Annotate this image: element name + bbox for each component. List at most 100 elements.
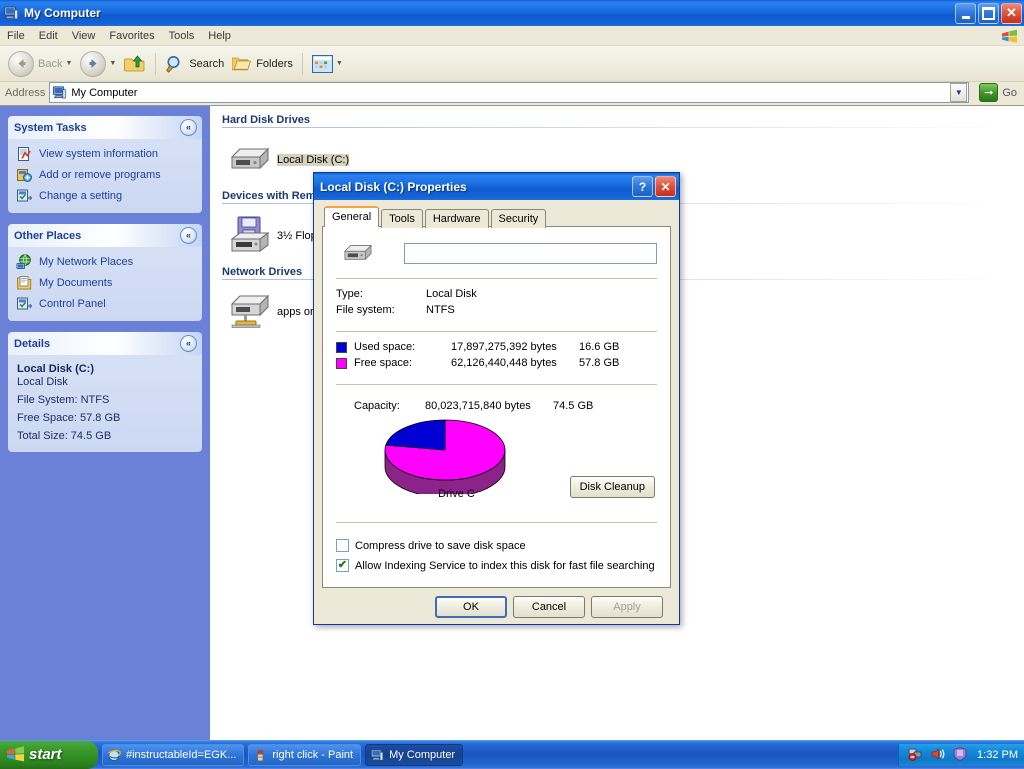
views-button[interactable]: ▼ xyxy=(308,49,347,79)
taskbar-item-label: right click - Paint xyxy=(272,749,353,761)
back-dropdown-icon[interactable]: ▼ xyxy=(65,60,72,67)
go-button[interactable]: ➞ Go xyxy=(975,83,1021,102)
sidebar-item-add-or-remove-programs[interactable]: Add or remove programs xyxy=(16,167,194,183)
forward-button[interactable]: ▼ xyxy=(76,49,120,79)
details-free-space: Free Space: 57.8 GB xyxy=(17,412,193,424)
tab-security[interactable]: Security xyxy=(491,209,547,228)
taskbar-clock[interactable]: 1:32 PM xyxy=(977,749,1018,761)
indexing-service-checkbox[interactable]: ✔ xyxy=(336,559,349,572)
dialog-titlebar: Local Disk (C:) Properties ? ✕ xyxy=(314,173,679,200)
tab-hardware[interactable]: Hardware xyxy=(425,209,489,228)
window-title: My Computer xyxy=(24,6,955,20)
details-disk-type: Local Disk xyxy=(17,376,193,388)
views-icon xyxy=(312,55,333,73)
chevron-up-icon[interactable]: « xyxy=(180,227,197,244)
disk-properties-dialog: Local Disk (C:) Properties ? ✕ General T… xyxy=(313,172,680,625)
compress-drive-row[interactable]: Compress drive to save disk space xyxy=(336,539,657,552)
taskbar-item-paint[interactable]: right click - Paint xyxy=(248,744,361,766)
used-space-gb: 16.6 GB xyxy=(579,341,619,353)
back-arrow-icon xyxy=(8,51,34,77)
taskbar-item-my-computer[interactable]: My Computer xyxy=(365,744,463,766)
search-button[interactable]: Search xyxy=(161,49,228,79)
close-button[interactable]: ✕ xyxy=(1001,3,1022,24)
sidebar-item-view-system-information[interactable]: View system information xyxy=(16,146,194,162)
panel-other-places-title: Other Places xyxy=(14,230,81,242)
cancel-button[interactable]: Cancel xyxy=(513,596,585,618)
sidebar-item-my-network-places[interactable]: My Network Places xyxy=(16,254,194,270)
help-button[interactable]: ? xyxy=(632,176,653,197)
capacity-label: Capacity: xyxy=(354,400,425,412)
panel-details-header[interactable]: Details « xyxy=(8,332,202,355)
sidebar-item-change-a-setting[interactable]: Change a setting xyxy=(16,188,194,204)
address-dropdown-icon[interactable]: ▼ xyxy=(950,83,967,102)
details-total-size: Total Size: 74.5 GB xyxy=(17,430,193,442)
windows-logo-icon xyxy=(6,746,25,763)
task-pane-sidebar: System Tasks « View system information xyxy=(0,106,210,740)
group-header-hard-disk-drives: Hard Disk Drives xyxy=(222,114,1014,128)
network-drive-icon xyxy=(228,292,272,332)
pie-chart-caption: Drive C xyxy=(336,488,577,500)
taskbar: start #instructableId=EGK... right click… xyxy=(0,740,1024,768)
chevron-up-icon[interactable]: « xyxy=(180,119,197,136)
sidebar-item-my-documents[interactable]: My Documents xyxy=(16,275,194,291)
address-value: My Computer xyxy=(71,87,137,99)
ok-button[interactable]: OK xyxy=(435,596,507,618)
sidebar-item-label: Change a setting xyxy=(39,190,122,202)
forward-dropdown-icon[interactable]: ▼ xyxy=(109,60,116,67)
system-tray: 1:32 PM xyxy=(898,744,1024,766)
network-disconnected-icon[interactable] xyxy=(908,747,924,763)
indexing-service-label: Allow Indexing Service to index this dis… xyxy=(355,560,655,572)
free-space-swatch xyxy=(336,358,347,369)
panel-other-places-header[interactable]: Other Places « xyxy=(8,224,202,247)
minimize-button[interactable] xyxy=(955,3,976,24)
address-my-computer-icon xyxy=(52,85,67,100)
change-setting-icon xyxy=(16,188,32,204)
up-button[interactable] xyxy=(120,49,150,79)
hard-drive-icon xyxy=(228,143,272,177)
free-space-bytes: 62,126,440,448 bytes xyxy=(451,357,579,369)
chevron-up-icon[interactable]: « xyxy=(180,335,197,352)
paint-icon xyxy=(253,748,267,762)
details-disk-name: Local Disk (C:) xyxy=(17,363,193,375)
maximize-button[interactable] xyxy=(978,3,999,24)
menu-item-favorites[interactable]: Favorites xyxy=(102,28,161,44)
menu-item-edit[interactable]: Edit xyxy=(32,28,65,44)
menu-item-view[interactable]: View xyxy=(65,28,103,44)
toolbar-separator xyxy=(155,53,156,75)
used-space-label: Used space: xyxy=(354,341,451,353)
forward-arrow-icon xyxy=(80,51,106,77)
divider-4 xyxy=(336,522,657,523)
tab-general[interactable]: General xyxy=(324,206,379,227)
dialog-tabstrip: General Tools Hardware Security xyxy=(322,206,671,227)
folders-button[interactable]: Folders xyxy=(228,49,297,79)
free-space-gb: 57.8 GB xyxy=(579,357,619,369)
taskbar-item-internet-explorer[interactable]: #instructableId=EGK... xyxy=(102,744,244,766)
divider-3 xyxy=(336,384,657,385)
indexing-service-row[interactable]: ✔ Allow Indexing Service to index this d… xyxy=(336,559,657,572)
sidebar-item-control-panel[interactable]: Control Panel xyxy=(16,296,194,312)
menu-item-tools[interactable]: Tools xyxy=(162,28,202,44)
volume-label-row xyxy=(336,239,657,267)
dialog-close-button[interactable]: ✕ xyxy=(655,176,676,197)
volume-icon[interactable] xyxy=(930,747,946,763)
menu-item-help[interactable]: Help xyxy=(201,28,238,44)
internet-explorer-icon xyxy=(107,748,121,762)
disk-cleanup-button[interactable]: Disk Cleanup xyxy=(570,476,655,498)
menu-item-file[interactable]: File xyxy=(0,28,32,44)
drive-item-label: Local Disk (C:) xyxy=(277,154,349,166)
compress-drive-checkbox[interactable] xyxy=(336,539,349,552)
back-button[interactable]: Back ▼ xyxy=(4,49,76,79)
panel-system-tasks-header[interactable]: System Tasks « xyxy=(8,116,202,139)
security-shield-icon[interactable] xyxy=(952,747,968,763)
panel-system-tasks-title: System Tasks xyxy=(14,122,87,134)
add-remove-programs-icon xyxy=(16,167,32,183)
tab-page-general: Type: Local Disk File system: NTFS Used … xyxy=(322,226,671,588)
volume-label-input[interactable] xyxy=(404,243,657,264)
panel-details-body: Local Disk (C:) Local Disk File System: … xyxy=(8,355,202,452)
views-dropdown-icon[interactable]: ▼ xyxy=(336,60,343,67)
address-input[interactable]: My Computer ▼ xyxy=(49,82,969,103)
tab-tools[interactable]: Tools xyxy=(381,209,423,228)
disk-type-key: Type: xyxy=(336,288,426,300)
capacity-gb: 74.5 GB xyxy=(553,400,593,412)
start-button[interactable]: start xyxy=(0,741,98,769)
